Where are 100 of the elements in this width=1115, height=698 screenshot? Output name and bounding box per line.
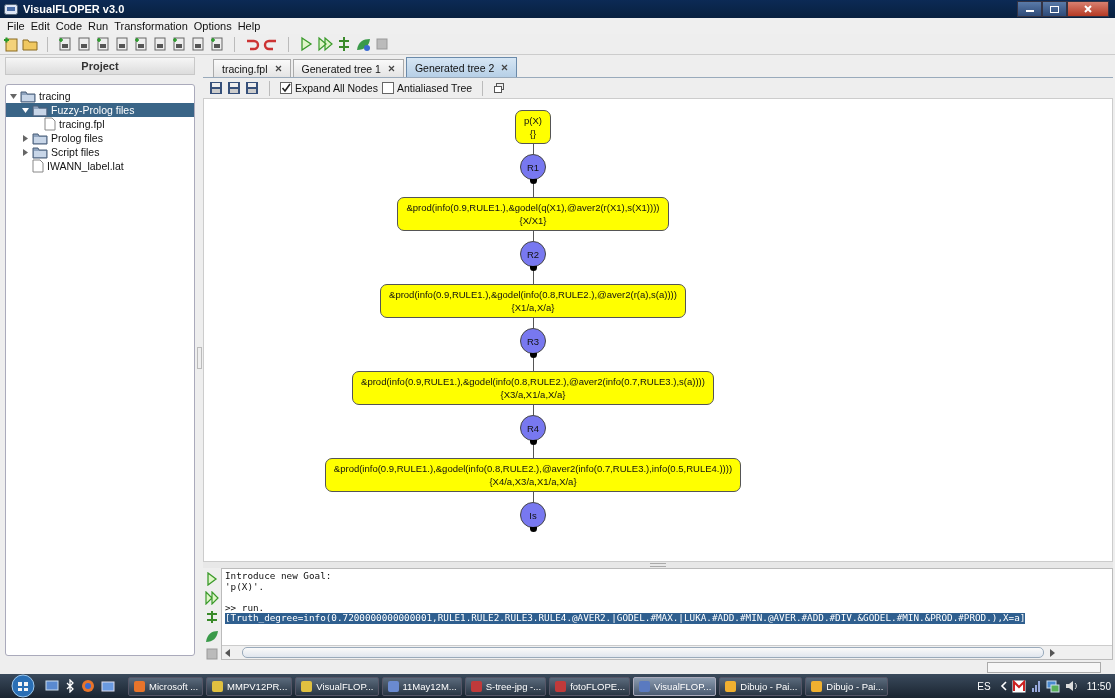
app-icon — [554, 679, 568, 693]
folder-icon — [32, 131, 48, 145]
maximize-button[interactable] — [1042, 1, 1067, 17]
save-icon[interactable] — [227, 81, 241, 95]
step-icon[interactable] — [205, 610, 219, 624]
document-icon[interactable] — [114, 36, 130, 52]
fast-forward-icon[interactable] — [205, 591, 219, 605]
chevron-icon[interactable] — [999, 681, 1007, 691]
tree-node[interactable]: &prod(info(0.9,RULE1.),&godel(info(0.8,RULE2.),@aver2(r(a),s(a)))) {X1/a,X/a} — [380, 284, 686, 318]
folder-icon — [32, 145, 48, 159]
document-icon[interactable] — [190, 36, 206, 52]
taskbar-button[interactable]: Dibujo - Pai... — [719, 676, 803, 696]
network-icon[interactable] — [1045, 679, 1060, 693]
signal-icon[interactable] — [1030, 680, 1041, 692]
tab[interactable]: Generated tree 1 — [292, 59, 404, 77]
save-icon[interactable] — [209, 81, 223, 95]
tree-node[interactable]: &prod(info(0.9,RULE1.),&godel(q(X1),@aver2(r(X1),s(X1)))) {X/X1} — [397, 197, 669, 231]
tab[interactable]: tracing.fpl — [213, 59, 291, 77]
menu-item[interactable]: Edit — [27, 20, 53, 32]
menu-item[interactable]: Code — [52, 20, 85, 32]
fast-forward-icon[interactable] — [317, 36, 333, 52]
close-icon[interactable] — [274, 65, 282, 72]
scroll-left-icon[interactable] — [224, 648, 232, 657]
app-icon — [638, 679, 652, 693]
play-icon[interactable] — [206, 572, 218, 586]
step-node[interactable]: R1 — [520, 154, 546, 180]
clock[interactable]: 11:50 — [1086, 680, 1111, 692]
file-icon — [32, 159, 44, 173]
step-node[interactable]: R3 — [520, 328, 546, 354]
speaker-icon[interactable] — [1064, 680, 1079, 692]
scroll-right-icon[interactable] — [1048, 648, 1056, 657]
tree-item[interactable]: Prolog files — [6, 131, 194, 145]
start-button[interactable] — [8, 674, 38, 698]
taskbar-button[interactable]: Dibujo - Pai... — [805, 676, 889, 696]
app-icon — [133, 679, 146, 693]
leaf-icon[interactable] — [355, 36, 371, 52]
menu-item[interactable]: Help — [234, 20, 264, 32]
desktop-icon[interactable] — [45, 679, 59, 693]
app-icon — [386, 679, 400, 693]
panel-header: Project — [5, 57, 195, 75]
leaf-icon[interactable] — [205, 629, 219, 643]
close-button[interactable] — [1067, 1, 1109, 17]
document-icon[interactable] — [171, 36, 187, 52]
tree-node[interactable]: &prod(info(0.9,RULE1.),&godel(info(0.8,RULE2.),@aver2(info(0.7,RULE3.),s(a)))) {X3/a,X1/a,X/a} — [352, 371, 714, 405]
browser-icon[interactable] — [81, 679, 95, 693]
file-icon — [44, 117, 56, 131]
language-indicator[interactable]: ES — [977, 680, 991, 692]
play-icon[interactable] — [298, 36, 314, 52]
tree-item[interactable]: tracing — [6, 89, 194, 103]
document-icon[interactable] — [152, 36, 168, 52]
window-icon[interactable] — [493, 82, 506, 94]
step-node[interactable]: R4 — [520, 415, 546, 441]
step-icon[interactable] — [336, 36, 352, 52]
minimize-button[interactable] — [1017, 1, 1042, 17]
checkbox[interactable]: Expand All Nodes — [280, 82, 378, 94]
maximize-icon — [1050, 5, 1059, 13]
close-icon[interactable] — [387, 65, 395, 72]
document-icon[interactable] — [57, 36, 73, 52]
new-file-icon[interactable] — [3, 36, 19, 52]
folder-icon — [32, 103, 48, 117]
document-icon[interactable] — [76, 36, 92, 52]
menu-item[interactable]: Options — [190, 20, 235, 32]
folder-icon[interactable] — [22, 36, 38, 52]
tree-node[interactable]: &prod(info(0.9,RULE1.),&godel(info(0.8,RULE2.),@aver2(info(0.7,RULE3.),info(0.5,RULE4.)))) {X4/a,X3/a,X1/a,X/a} — [324, 458, 742, 492]
app-icon — [724, 679, 738, 693]
taskbar-button[interactable]: Microsoft ... — [128, 676, 204, 696]
taskbar-button[interactable]: VisualFLOP... — [295, 676, 379, 696]
checkbox[interactable]: Antialiased Tree — [381, 82, 473, 94]
tree-node[interactable]: p(X) {} — [515, 110, 551, 144]
console-line: Introduce new Goal: — [225, 571, 332, 582]
console-line: 'p(X)'. — [225, 581, 265, 592]
document-icon[interactable] — [209, 36, 225, 52]
tree-item[interactable]: tracing.fpl — [6, 117, 194, 131]
app-icon — [211, 679, 225, 693]
tree-item[interactable]: Script files — [6, 145, 194, 159]
mail-icon[interactable] — [1011, 679, 1026, 693]
tree-item[interactable]: IWANN_label.lat — [6, 159, 194, 173]
app-icon — [300, 679, 314, 693]
menu-item[interactable]: Transformation — [111, 20, 191, 32]
taskbar-button[interactable]: VisualFLOP... — [633, 676, 717, 696]
tree-item[interactable]: Fuzzy-Prolog files — [6, 103, 194, 117]
step-node[interactable]: Is — [520, 502, 546, 528]
save-icon[interactable] — [245, 81, 259, 95]
check-icon — [281, 83, 291, 93]
step-node[interactable]: R2 — [520, 241, 546, 267]
document-icon[interactable] — [95, 36, 111, 52]
taskbar-button[interactable]: S-tree-jpg -... — [464, 676, 547, 696]
window-title: VisualFLOPER v3.0 — [23, 3, 125, 15]
tab[interactable]: Generated tree 2 — [405, 57, 518, 77]
menu-item[interactable]: Run — [85, 20, 112, 32]
menu-item[interactable]: File — [4, 20, 28, 32]
window-icon[interactable] — [101, 679, 115, 693]
taskbar-button[interactable]: fotoFLOPE... — [549, 676, 631, 696]
bluetooth-icon[interactable] — [65, 679, 75, 693]
console-line: >> run. — [225, 602, 265, 613]
taskbar-button[interactable]: MMPV12PR... — [206, 676, 293, 696]
document-icon[interactable] — [133, 36, 149, 52]
close-icon[interactable] — [501, 64, 509, 71]
taskbar-button[interactable]: 11May12M... — [381, 676, 462, 696]
scrollbar[interactable] — [222, 645, 1112, 659]
